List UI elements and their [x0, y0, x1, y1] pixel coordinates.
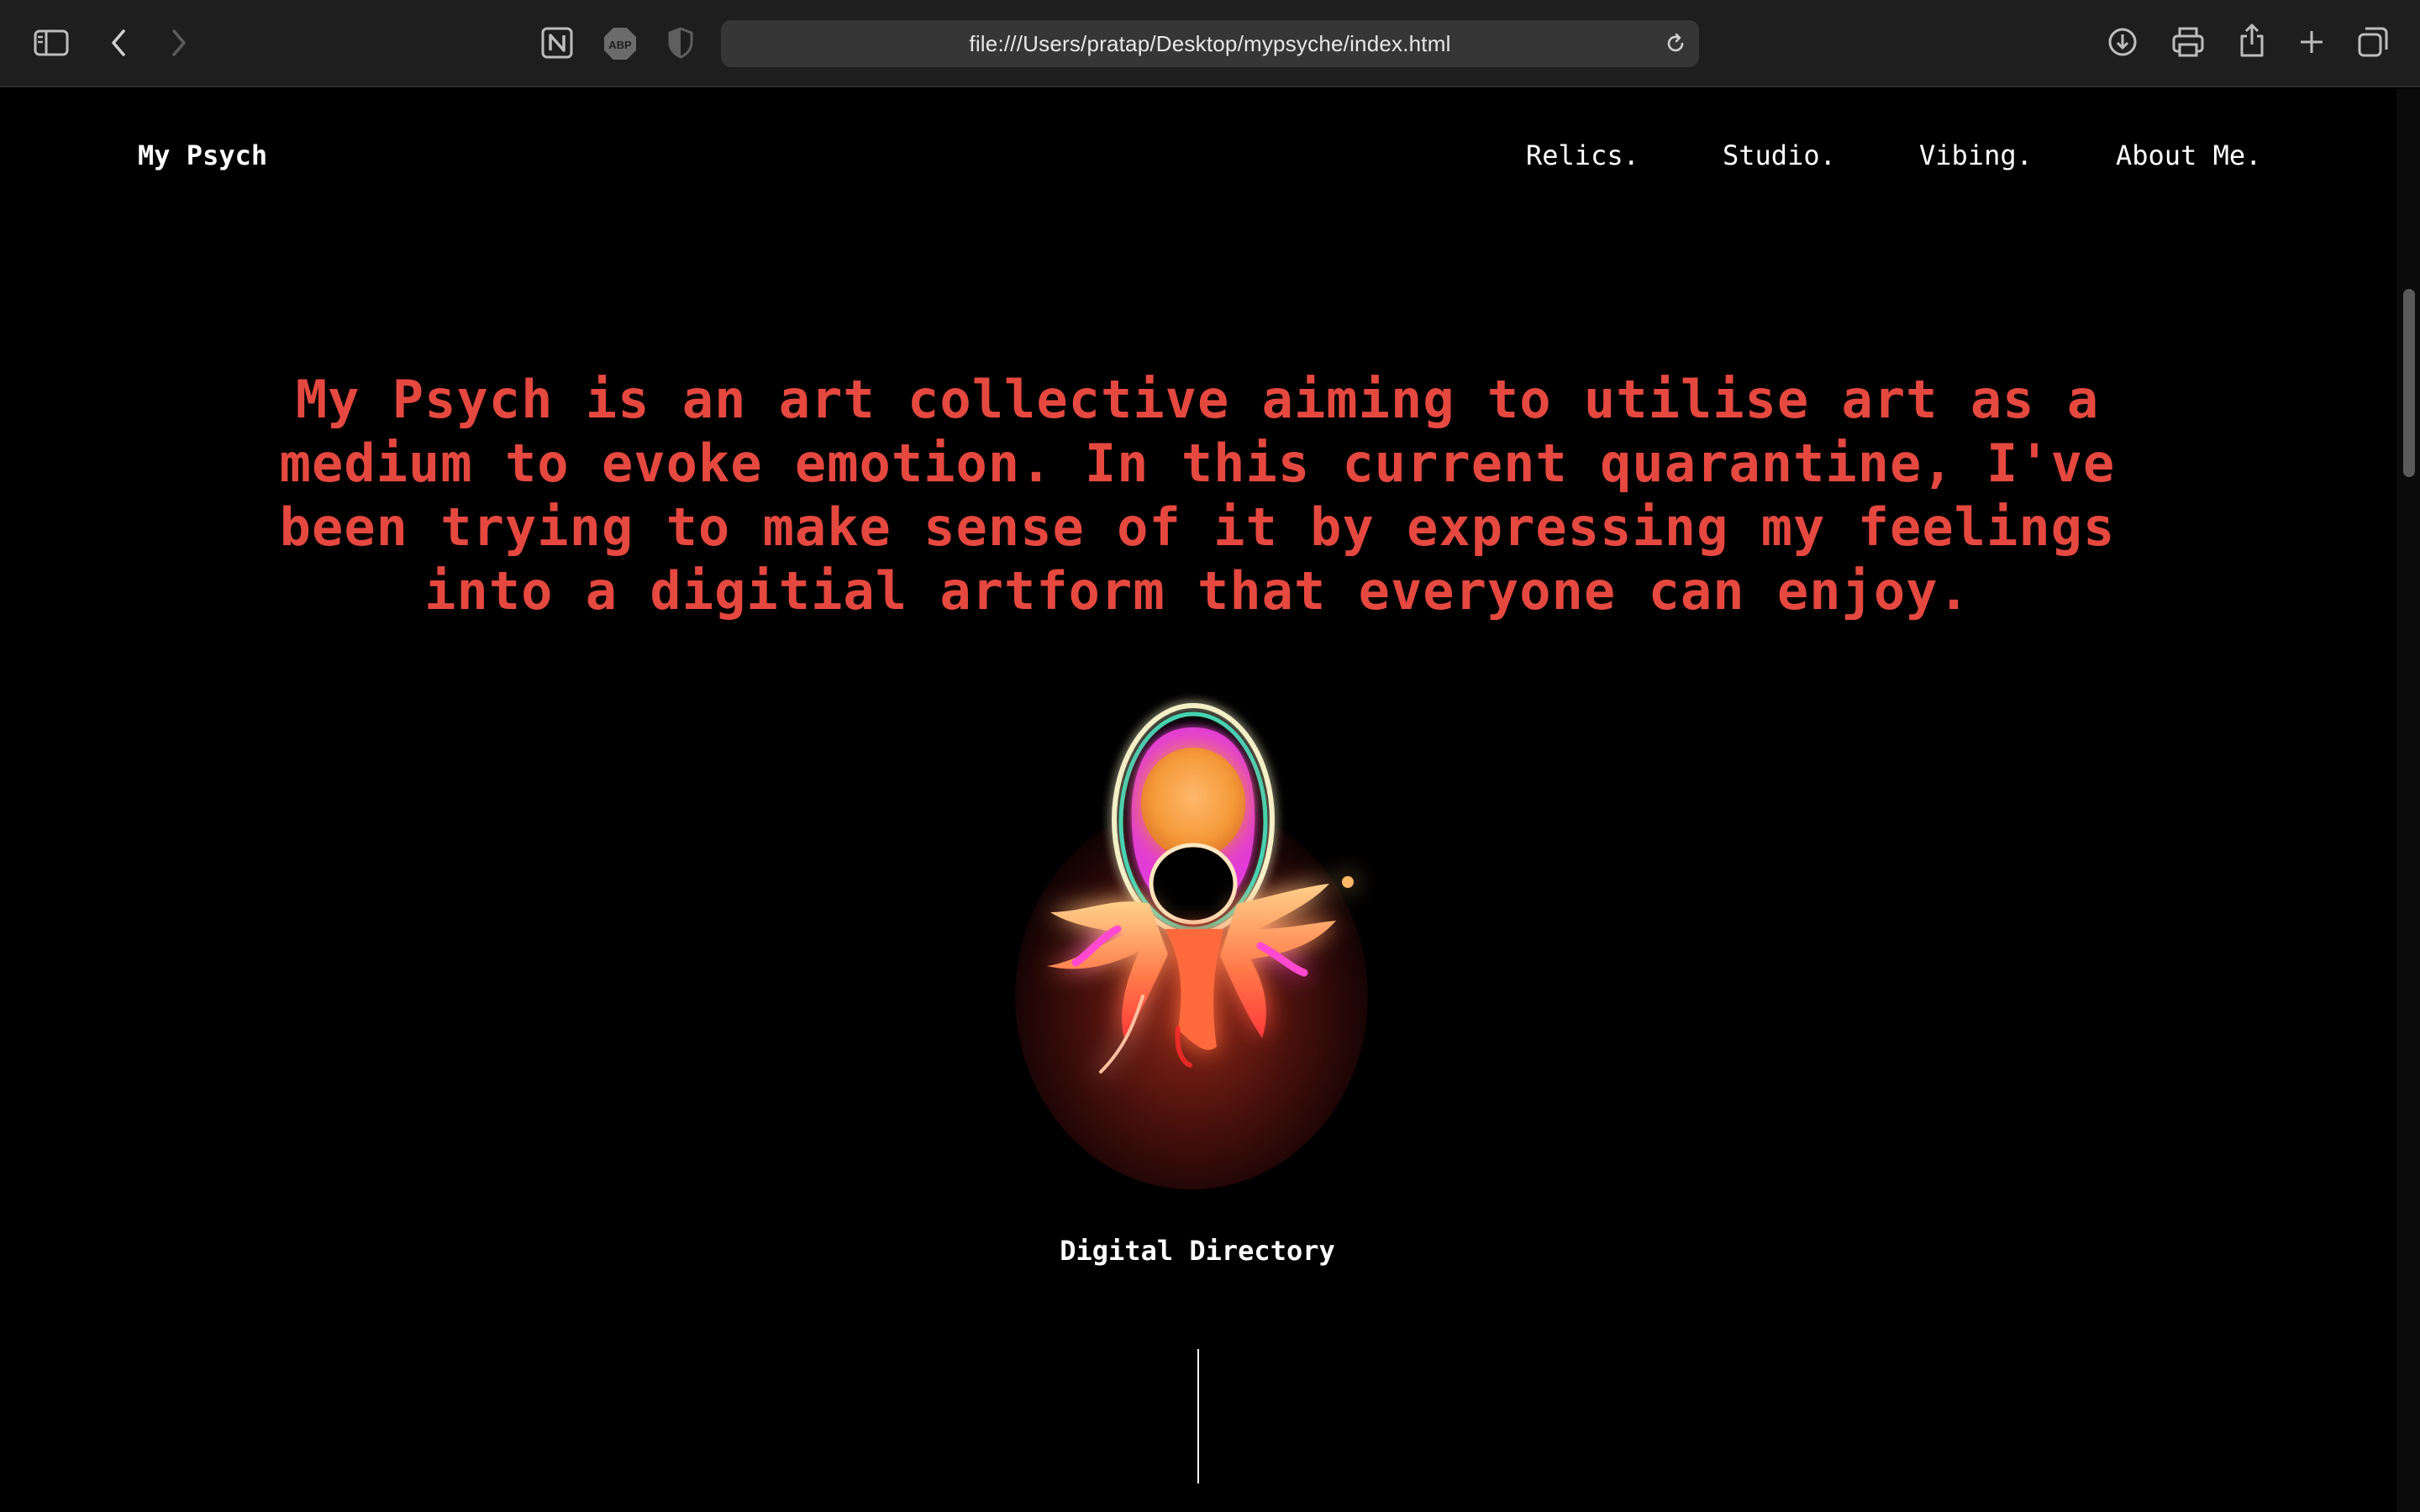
scrollbar-thumb[interactable] [2403, 289, 2415, 477]
new-tab-icon[interactable] [2297, 27, 2326, 57]
print-icon[interactable] [2170, 25, 2207, 59]
url-text[interactable]: file:///Users/pratap/Desktop/mypsyche/in… [969, 31, 1450, 57]
adblock-icon[interactable]: ABP [602, 25, 639, 62]
forward-icon[interactable] [166, 27, 192, 59]
reload-icon[interactable] [1664, 32, 1687, 55]
section-title: Digital Directory [1060, 1235, 1335, 1267]
site-logo[interactable]: My Psych [138, 139, 267, 171]
downloads-icon[interactable] [2106, 25, 2139, 59]
browser-toolbar: ABP file:///Users/pratap/Desktop/mypsych… [0, 0, 2420, 87]
hero-line: My Psych is an art collective aiming to … [295, 369, 2100, 430]
back-icon[interactable] [106, 27, 131, 59]
nav-link-vibing[interactable]: Vibing. [1919, 139, 2033, 171]
vertical-divider [1197, 1349, 1199, 1483]
web-page: My Psych Relics. Studio. Vibing. About M… [0, 89, 2395, 1512]
share-icon[interactable] [2237, 22, 2267, 59]
hero-statement: My Psych is an art collective aiming to … [168, 368, 2227, 623]
hero-artwork [1015, 703, 1368, 1189]
notion-icon[interactable] [539, 25, 575, 60]
sidebar-icon[interactable] [32, 27, 71, 59]
address-bar[interactable]: file:///Users/pratap/Desktop/mypsyche/in… [721, 20, 1699, 67]
nav-link-studio[interactable]: Studio. [1723, 139, 1836, 171]
privacy-shield-icon[interactable] [666, 25, 696, 60]
hero-line: medium to evoke emotion. In this current… [279, 433, 2116, 494]
svg-text:ABP: ABP [608, 39, 632, 51]
hero-line: been trying to make sense of it by expre… [279, 496, 2116, 558]
nav-link-relics[interactable]: Relics. [1526, 139, 1639, 171]
tab-overview-icon[interactable] [2356, 25, 2390, 59]
hero-line: into a digitial artform that everyone ca… [424, 560, 1970, 622]
nav-link-about-me[interactable]: About Me. [2116, 139, 2261, 171]
